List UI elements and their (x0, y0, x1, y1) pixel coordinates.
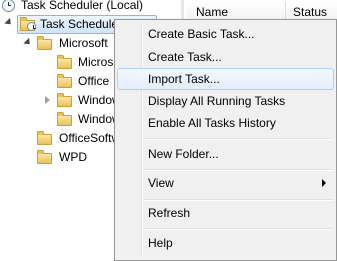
tree-item-label: WPD (59, 150, 87, 164)
folder-icon (57, 74, 72, 88)
folder-icon (57, 93, 72, 107)
context-menu: Create Basic Task... Create Task... Impo… (114, 19, 337, 261)
expand-arrow-icon[interactable] (4, 17, 14, 28)
menu-item-label: View (148, 176, 174, 190)
menu-item-refresh[interactable]: Refresh (117, 202, 334, 224)
folder-icon (37, 36, 52, 50)
menu-item-label: Display All Running Tasks (148, 94, 286, 108)
tree-item-root-label: Task Scheduler (Local) (21, 0, 144, 12)
tree-item-root[interactable]: Task Scheduler (Local) (0, 0, 181, 15)
menu-item-enable-tasks-history[interactable]: Enable All Tasks History (117, 112, 334, 134)
menu-separator (144, 228, 332, 230)
menu-item-label: Create Basic Task... (148, 27, 255, 41)
menu-item-import-task[interactable]: Import Task... (117, 68, 334, 90)
column-divider[interactable] (285, 2, 286, 20)
expand-arrow-icon[interactable] (23, 37, 33, 48)
menu-item-display-running-tasks[interactable]: Display All Running Tasks (117, 90, 334, 112)
menu-item-label: Help (148, 236, 173, 250)
menu-separator (144, 199, 332, 201)
column-header-status[interactable]: Status (288, 0, 337, 21)
expand-arrow-icon[interactable] (45, 96, 50, 104)
menu-item-view[interactable]: View (117, 172, 334, 194)
menu-item-label: Refresh (148, 206, 191, 220)
clock-icon (27, 22, 36, 31)
menu-item-label: Create Task... (148, 50, 222, 64)
menu-item-label: Import Task... (148, 72, 220, 86)
folder-icon (37, 150, 52, 164)
menu-separator (144, 138, 332, 140)
folder-icon (37, 131, 52, 145)
tree-item-label: Office (78, 74, 110, 88)
menu-item-help[interactable]: Help (117, 232, 334, 254)
menu-separator (144, 169, 332, 171)
chevron-right-icon (322, 179, 326, 187)
column-header-name[interactable]: Name (191, 0, 285, 21)
folder-icon (57, 112, 72, 126)
menu-item-create-basic-task[interactable]: Create Basic Task... (117, 23, 334, 45)
menu-item-new-folder[interactable]: New Folder... (117, 143, 334, 165)
menu-item-label: New Folder... (148, 147, 219, 161)
folder-icon (57, 55, 72, 69)
clock-icon (2, 0, 15, 12)
tree-item-label: Microsoft (59, 36, 108, 50)
menu-item-create-task[interactable]: Create Task... (117, 46, 334, 68)
menu-item-label: Enable All Tasks History (148, 116, 276, 130)
